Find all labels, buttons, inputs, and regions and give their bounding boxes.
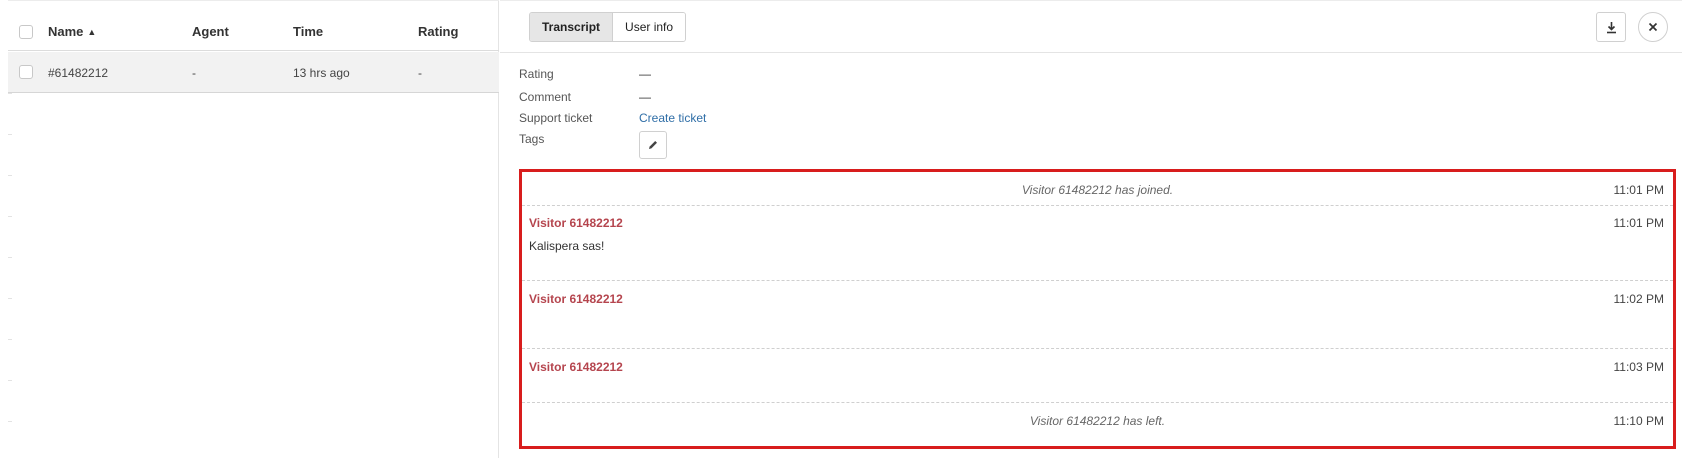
column-header-time[interactable]: Time xyxy=(293,24,323,39)
pencil-icon xyxy=(649,141,657,149)
tags-label: Tags xyxy=(519,132,545,146)
support-ticket-label: Support ticket xyxy=(519,111,593,125)
create-ticket-link[interactable]: Create ticket xyxy=(639,111,706,125)
table-header: Name ▲ Agent Time Rating xyxy=(8,0,499,51)
message-body: Kalispera sas! xyxy=(529,239,605,253)
message-time: 11:10 PM xyxy=(1613,414,1664,428)
rating-value: — xyxy=(639,67,651,81)
column-header-name[interactable]: Name ▲ xyxy=(48,24,96,39)
chat-message: Visitor 61482212 11:01 PM Kalispera sas! xyxy=(522,206,1673,281)
edit-tags-button[interactable] xyxy=(639,131,667,159)
cell-agent: - xyxy=(192,66,196,80)
tab-transcript[interactable]: Transcript xyxy=(530,13,614,41)
system-message-text: Visitor 61482212 has joined. xyxy=(1021,183,1174,197)
message-sender: Visitor 61482212 xyxy=(529,216,623,230)
message-sender: Visitor 61482212 xyxy=(529,360,623,374)
tab-group: Transcript User info xyxy=(529,12,687,42)
system-message-text: Visitor 61482212 has left. xyxy=(1029,414,1166,428)
cell-time: 13 hrs ago xyxy=(293,66,350,80)
message-time: 11:03 PM xyxy=(1613,360,1664,374)
message-sender: Visitor 61482212 xyxy=(529,292,623,306)
row-checkbox[interactable] xyxy=(19,65,33,79)
close-icon xyxy=(1648,22,1658,32)
download-icon xyxy=(1606,21,1616,33)
chat-message: Visitor 61482212 11:02 PM xyxy=(522,281,1673,349)
tab-user-info[interactable]: User info xyxy=(613,13,686,41)
detail-toolbar: Transcript User info xyxy=(500,0,1682,53)
chat-list-pane: Name ▲ Agent Time Rating #61482212 - 13 h… xyxy=(0,0,499,458)
download-button[interactable] xyxy=(1596,12,1626,42)
empty-row-guides xyxy=(8,93,12,453)
chat-message: Visitor 61482212 11:03 PM xyxy=(522,349,1673,403)
column-header-rating[interactable]: Rating xyxy=(418,24,458,39)
rating-label: Rating xyxy=(519,67,554,81)
comment-value: — xyxy=(639,90,651,104)
comment-label: Comment xyxy=(519,90,572,104)
cell-name: #61482212 xyxy=(48,66,109,80)
cell-rating: - xyxy=(418,66,422,80)
message-time: 11:01 PM xyxy=(1613,183,1664,197)
close-button[interactable] xyxy=(1638,12,1668,42)
message-time: 11:01 PM xyxy=(1613,216,1664,230)
column-header-name-label: Name xyxy=(48,24,84,39)
select-all-checkbox[interactable] xyxy=(19,25,33,39)
message-time: 11:02 PM xyxy=(1613,292,1664,306)
table-row[interactable]: #61482212 - 13 hrs ago - xyxy=(8,52,499,93)
system-message: Visitor 61482212 has left. 11:10 PM xyxy=(522,403,1673,446)
system-message: Visitor 61482212 has joined. 11:01 PM xyxy=(522,172,1673,206)
transcript-panel: Visitor 61482212 has joined. 11:01 PM Vi… xyxy=(519,169,1676,449)
sort-ascending-icon: ▲ xyxy=(87,27,97,37)
column-header-agent[interactable]: Agent xyxy=(192,24,229,39)
